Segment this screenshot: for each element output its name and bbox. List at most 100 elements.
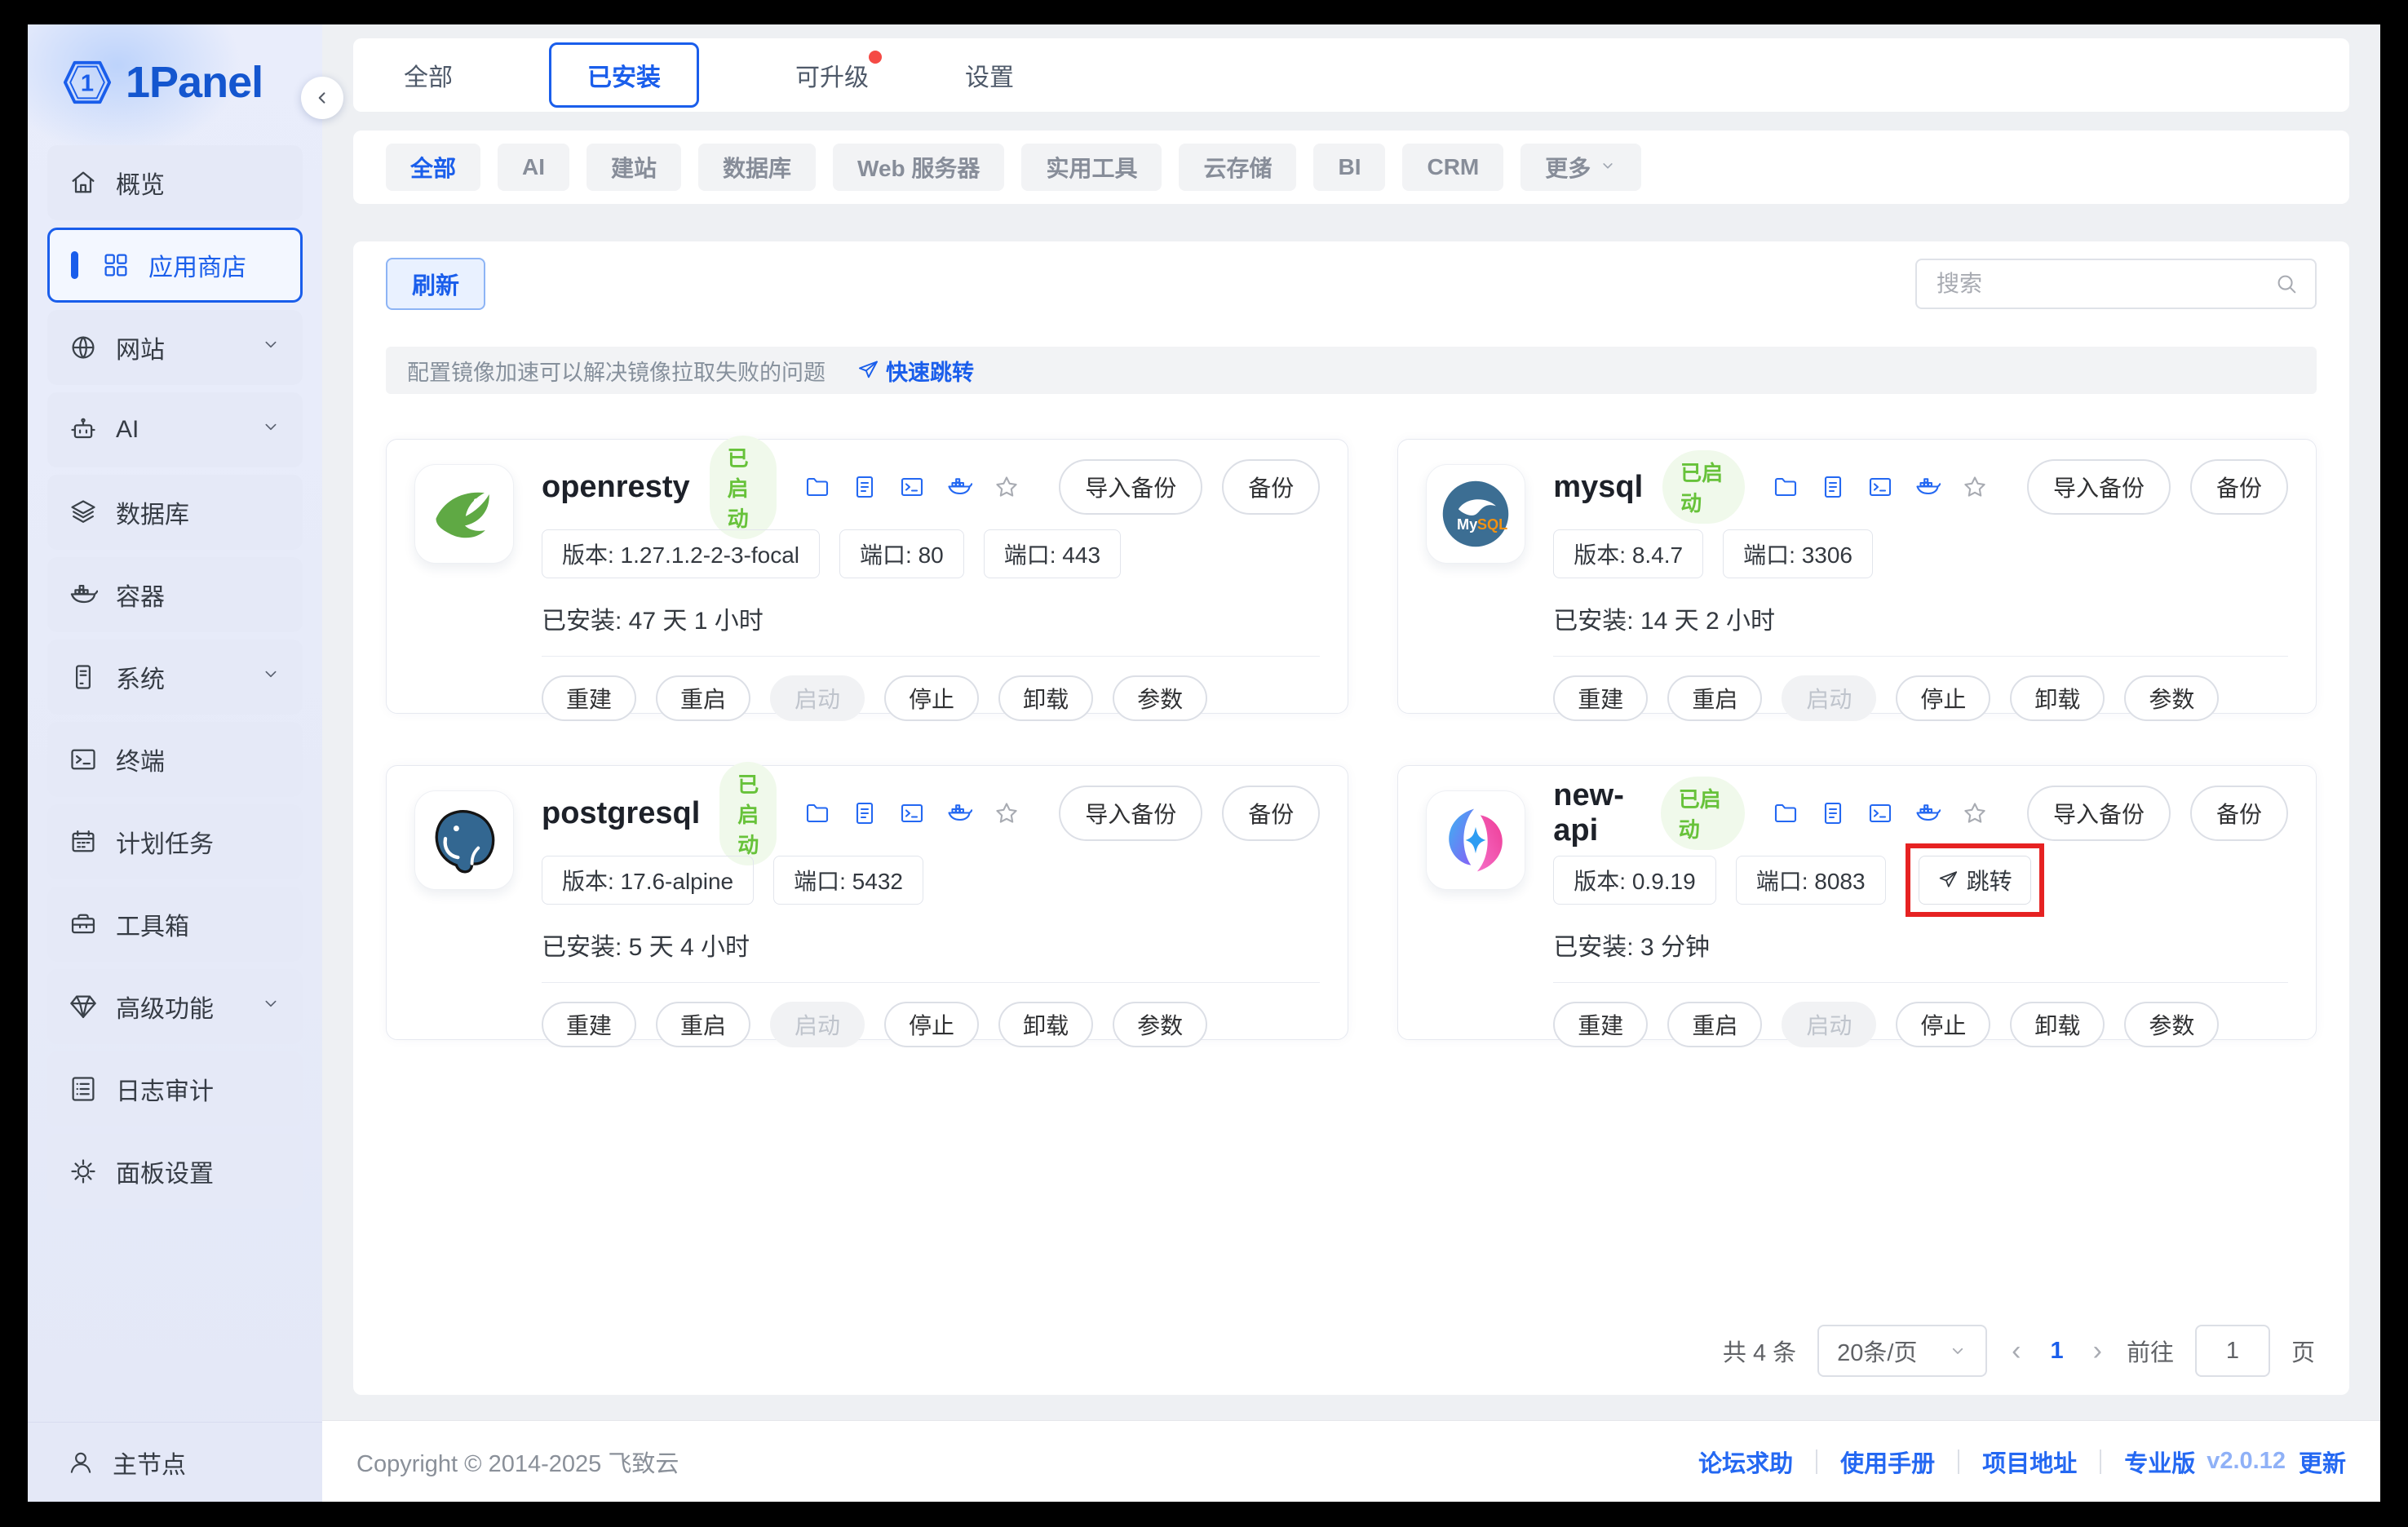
goto-page-input[interactable]: [2195, 1325, 2270, 1377]
backup-button[interactable]: 备份: [2190, 786, 2288, 841]
tag-row: 版本: 1.27.1.2-2-3-focal 端口: 80 端口: 443: [542, 529, 1320, 578]
project-link[interactable]: 项目地址: [1982, 1445, 2077, 1479]
prev-page-button[interactable]: ‹: [2008, 1335, 2024, 1367]
favorite-star-icon[interactable]: [994, 474, 1020, 500]
folder-icon[interactable]: [804, 474, 830, 500]
sidebar-item-panel-settings[interactable]: 面板设置: [47, 1134, 303, 1209]
import-backup-button[interactable]: 导入备份: [2027, 459, 2171, 515]
quick-jump-link[interactable]: 快速跳转: [857, 355, 974, 387]
stop-button[interactable]: 停止: [1896, 675, 1990, 721]
jump-button[interactable]: 跳转: [1919, 856, 2031, 905]
params-button[interactable]: 参数: [2124, 1002, 2219, 1047]
port-tag[interactable]: 端口: 5432: [773, 856, 923, 905]
status-badge: 已启动: [1662, 450, 1745, 524]
category-chip-ai[interactable]: AI: [498, 144, 569, 191]
terminal-icon[interactable]: [899, 474, 925, 500]
forum-help-link[interactable]: 论坛求助: [1698, 1445, 1793, 1479]
terminal-icon[interactable]: [1867, 800, 1893, 826]
tab-installed[interactable]: 已安装: [549, 42, 699, 108]
params-button[interactable]: 参数: [1113, 1002, 1207, 1047]
folder-icon[interactable]: [804, 800, 830, 826]
stop-button[interactable]: 停止: [1896, 1002, 1990, 1047]
log-file-icon[interactable]: [1820, 474, 1846, 500]
sidebar-item-appstore[interactable]: 应用商店: [47, 228, 303, 303]
sidebar-item-system[interactable]: 系统: [47, 640, 303, 715]
import-backup-button[interactable]: 导入备份: [1059, 786, 1202, 841]
home-icon: [69, 168, 98, 197]
port-tag[interactable]: 端口: 80: [839, 529, 964, 578]
sidebar-item-ai[interactable]: AI: [47, 392, 303, 467]
stop-button[interactable]: 停止: [884, 1002, 979, 1047]
favorite-star-icon[interactable]: [1962, 474, 1988, 500]
rebuild-button[interactable]: 重建: [542, 675, 636, 721]
sidebar-item-toolbox[interactable]: 工具箱: [47, 887, 303, 962]
docker-whale-icon[interactable]: [1914, 474, 1941, 500]
search-input[interactable]: [1937, 271, 2274, 297]
folder-icon[interactable]: [1773, 474, 1799, 500]
port-tag[interactable]: 端口: 8083: [1736, 856, 1886, 905]
params-button[interactable]: 参数: [2124, 675, 2219, 721]
current-page[interactable]: 1: [2046, 1338, 2069, 1365]
docker-whale-icon[interactable]: [946, 800, 972, 826]
category-chip-database[interactable]: 数据库: [698, 144, 816, 191]
sidebar-item-cron[interactable]: 计划任务: [47, 804, 303, 879]
log-file-icon[interactable]: [852, 800, 878, 826]
uninstall-button[interactable]: 卸载: [998, 675, 1093, 721]
tab-upgradable[interactable]: 可升级: [795, 57, 869, 93]
backup-button[interactable]: 备份: [2190, 459, 2288, 515]
backup-button[interactable]: 备份: [1222, 786, 1320, 841]
sidebar-item-website[interactable]: 网站: [47, 310, 303, 385]
manual-link[interactable]: 使用手册: [1840, 1445, 1935, 1479]
backup-button[interactable]: 备份: [1222, 459, 1320, 515]
sidebar-item-master-node[interactable]: 主节点: [28, 1422, 322, 1502]
import-backup-button[interactable]: 导入备份: [1059, 459, 1202, 515]
port-tag[interactable]: 端口: 443: [984, 529, 1121, 578]
favorite-star-icon[interactable]: [994, 800, 1020, 826]
category-chip-all[interactable]: 全部: [386, 144, 480, 191]
import-backup-button[interactable]: 导入备份: [2027, 786, 2171, 841]
sidebar-item-logs[interactable]: 日志审计: [47, 1051, 303, 1126]
log-file-icon[interactable]: [852, 474, 878, 500]
category-chip-webserver[interactable]: Web 服务器: [833, 144, 1004, 191]
pro-edition-label[interactable]: 专业版: [2124, 1445, 2195, 1479]
restart-button[interactable]: 重启: [1667, 1002, 1762, 1047]
docker-whale-icon[interactable]: [1914, 800, 1941, 826]
restart-button[interactable]: 重启: [656, 1002, 750, 1047]
refresh-button[interactable]: 刷新: [386, 258, 485, 310]
sidebar-item-overview[interactable]: 概览: [47, 145, 303, 220]
terminal-icon[interactable]: [899, 800, 925, 826]
category-chip-crm[interactable]: CRM: [1402, 144, 1503, 191]
tab-all[interactable]: 全部: [404, 57, 453, 93]
page-size-select[interactable]: 20条/页: [1817, 1325, 1987, 1377]
rebuild-button[interactable]: 重建: [542, 1002, 636, 1047]
port-tag[interactable]: 端口: 3306: [1723, 529, 1873, 578]
sidebar-collapse-button[interactable]: [301, 77, 343, 119]
docker-whale-icon[interactable]: [946, 474, 972, 500]
category-chip-cloudstorage[interactable]: 云存储: [1179, 144, 1296, 191]
category-chip-tools[interactable]: 实用工具: [1021, 144, 1162, 191]
sidebar-item-container[interactable]: 容器: [47, 557, 303, 632]
folder-icon[interactable]: [1773, 800, 1799, 826]
log-file-icon[interactable]: [1820, 800, 1846, 826]
sidebar-item-pro-features[interactable]: 高级功能: [47, 969, 303, 1044]
favorite-star-icon[interactable]: [1962, 800, 1988, 826]
category-chip-more[interactable]: 更多: [1520, 144, 1641, 191]
card-actions: 重建 重启 启动 停止 卸载 参数: [1553, 1002, 2288, 1047]
tab-settings[interactable]: 设置: [965, 57, 1014, 93]
uninstall-button[interactable]: 卸载: [2010, 1002, 2105, 1047]
params-button[interactable]: 参数: [1113, 675, 1207, 721]
category-chip-website[interactable]: 建站: [587, 144, 681, 191]
update-link[interactable]: 更新: [2299, 1445, 2346, 1479]
rebuild-button[interactable]: 重建: [1553, 675, 1648, 721]
uninstall-button[interactable]: 卸载: [998, 1002, 1093, 1047]
category-chip-bi[interactable]: BI: [1313, 144, 1385, 191]
restart-button[interactable]: 重启: [1667, 675, 1762, 721]
restart-button[interactable]: 重启: [656, 675, 750, 721]
sidebar-item-terminal[interactable]: 终端: [47, 722, 303, 797]
next-page-button[interactable]: ›: [2090, 1335, 2105, 1367]
stop-button[interactable]: 停止: [884, 675, 979, 721]
sidebar-item-database[interactable]: 数据库: [47, 475, 303, 550]
uninstall-button[interactable]: 卸载: [2010, 675, 2105, 721]
terminal-icon[interactable]: [1867, 474, 1893, 500]
rebuild-button[interactable]: 重建: [1553, 1002, 1648, 1047]
